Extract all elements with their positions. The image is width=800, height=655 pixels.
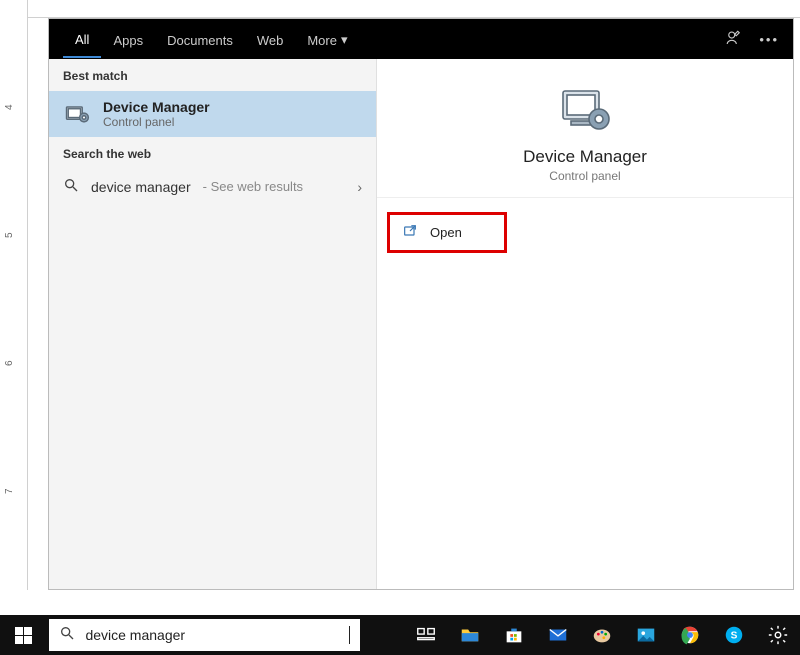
detail-device-manager-icon [555, 85, 615, 135]
tab-web[interactable]: Web [245, 22, 296, 57]
windows-search-panel: All Apps Documents Web More ▾ ••• Best m… [48, 18, 794, 590]
web-result-device-manager[interactable]: device manager - See web results › [49, 169, 376, 204]
tab-apps[interactable]: Apps [101, 22, 155, 57]
taskbar-search-box[interactable] [49, 619, 360, 651]
svg-text:S: S [731, 631, 738, 642]
chevron-right-icon: › [357, 179, 362, 195]
file-explorer-icon[interactable] [448, 615, 492, 655]
feedback-icon[interactable] [725, 29, 743, 50]
detail-title: Device Manager [523, 147, 647, 167]
search-filter-tabs: All Apps Documents Web More ▾ ••• [49, 19, 793, 59]
open-label: Open [430, 225, 462, 240]
result-device-manager[interactable]: Device Manager Control panel [49, 91, 376, 137]
search-icon [63, 177, 79, 196]
result-detail-pane: Device Manager Control panel Open [377, 59, 793, 589]
taskbar: S [0, 615, 800, 655]
web-query-text: device manager [91, 179, 191, 195]
tab-documents[interactable]: Documents [155, 22, 245, 57]
paint-icon[interactable] [580, 615, 624, 655]
skype-icon[interactable]: S [712, 615, 756, 655]
result-title: Device Manager [103, 99, 210, 115]
search-icon [59, 625, 75, 646]
windows-logo-icon [15, 627, 32, 644]
chevron-down-icon: ▾ [341, 32, 348, 48]
settings-icon[interactable] [756, 615, 800, 655]
photos-icon[interactable] [624, 615, 668, 655]
start-button[interactable] [0, 615, 47, 655]
tab-more[interactable]: More ▾ [295, 21, 359, 57]
task-view-icon[interactable] [404, 615, 448, 655]
mail-icon[interactable] [536, 615, 580, 655]
vertical-ruler: 4 5 6 7 [0, 0, 28, 590]
store-icon[interactable] [492, 615, 536, 655]
text-cursor [349, 626, 350, 644]
chrome-icon[interactable] [668, 615, 712, 655]
best-match-header: Best match [49, 59, 376, 91]
horizontal-ruler [28, 0, 800, 18]
open-icon [402, 223, 418, 242]
detail-subtitle: Control panel [549, 169, 620, 183]
search-web-header: Search the web [49, 137, 376, 169]
results-list: Best match Device Manager Control panel … [49, 59, 377, 589]
device-manager-icon [63, 100, 91, 128]
more-options-icon[interactable]: ••• [759, 32, 779, 47]
search-input[interactable] [83, 626, 341, 644]
open-action[interactable]: Open [387, 212, 507, 253]
web-hint-text: - See web results [203, 179, 303, 194]
result-subtitle: Control panel [103, 115, 210, 129]
tab-all[interactable]: All [63, 21, 101, 58]
